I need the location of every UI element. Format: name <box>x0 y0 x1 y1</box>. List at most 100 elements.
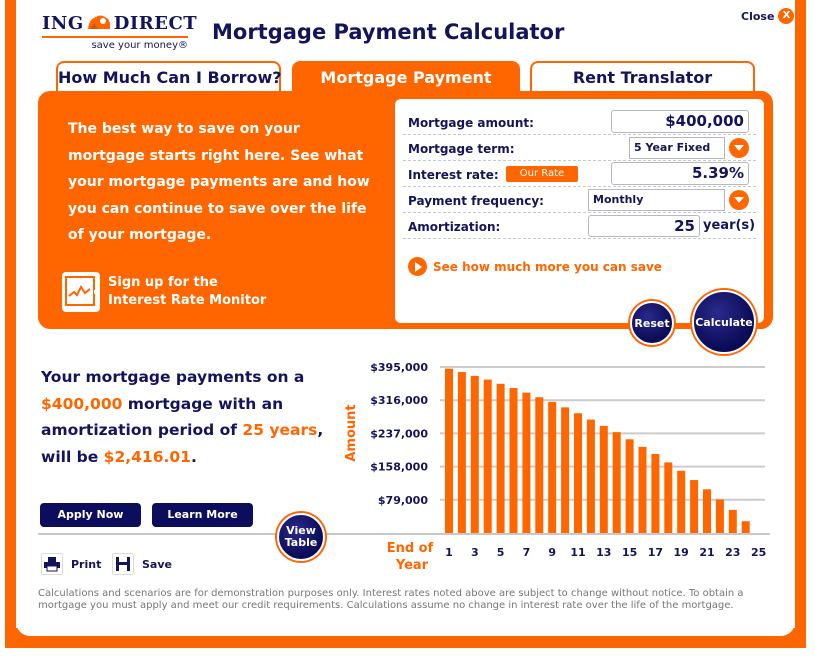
frame-left-border <box>5 0 16 648</box>
interest-rate-label: Interest rate: <box>408 168 499 182</box>
learn-more-button[interactable]: Learn More <box>152 503 253 527</box>
summary-amount: $400,000 <box>41 394 123 413</box>
payment-summary: Your mortgage payments on a $400,000 mor… <box>41 364 331 470</box>
x-tick-label: 17 <box>648 546 663 559</box>
x-tick-label: 7 <box>523 546 531 559</box>
payment-frequency-label: Payment frequency: <box>408 194 544 208</box>
mortgage-term-row: Mortgage term: 5 Year Fixed <box>403 135 756 161</box>
bar-year-17 <box>651 453 660 533</box>
tab-mortgage-payment[interactable]: Mortgage Payment <box>292 61 520 93</box>
tab-how-much-can-i-borrow[interactable]: How Much Can I Borrow? <box>56 61 282 93</box>
bar-year-24 <box>741 521 750 533</box>
bar-year-1 <box>445 368 453 533</box>
remaining-balance-chart: $79,000 $158,000 $237,000 $316,000 $395,000 1… <box>344 361 766 573</box>
interest-rate-value: 5.39 <box>691 164 729 182</box>
x-tick-label: 9 <box>548 546 556 559</box>
monitor-line-1: Sign up for the <box>108 275 218 290</box>
amortization-label: Amortization: <box>408 220 501 234</box>
interest-rate-input[interactable]: 5.39% <box>611 162 749 185</box>
mortgage-term-label: Mortgage term: <box>408 142 515 156</box>
bar-year-15 <box>625 439 634 533</box>
bar-year-19 <box>677 470 686 533</box>
bar-year-3 <box>470 375 479 533</box>
print-button[interactable]: Print <box>41 553 101 575</box>
bar-year-8 <box>535 397 544 533</box>
x-axis-label-line-1: End of <box>387 541 434 556</box>
reset-button[interactable]: Reset <box>630 301 674 345</box>
rate-chart-icon <box>62 272 100 312</box>
amortization-row: Amortization: 25 year(s) <box>403 213 756 239</box>
mortgage-amount-input[interactable]: $400,000 <box>611 110 749 133</box>
save-button[interactable]: Save <box>112 553 172 575</box>
divider-left <box>38 533 278 535</box>
bar-year-23 <box>728 509 737 533</box>
x-tick-label: 15 <box>622 546 637 559</box>
payment-frequency-select[interactable]: Monthly <box>588 189 725 211</box>
page-title: Mortgage Payment Calculator <box>212 20 565 44</box>
summary-payment: $2,416.01 <box>103 447 191 466</box>
close-label: Close <box>741 9 775 23</box>
bar-year-11 <box>574 413 582 533</box>
logo-text-ing: ING <box>42 13 84 34</box>
bar-year-21 <box>703 489 711 533</box>
bar-year-12 <box>586 419 595 533</box>
bar-year-18 <box>664 462 673 533</box>
bar-year-5 <box>496 383 505 533</box>
view-table-button[interactable]: View Table <box>277 513 325 561</box>
x-tick-label: 13 <box>596 546 611 559</box>
amortization-unit: year(s) <box>703 218 756 233</box>
logo-text-direct: DIRECT <box>113 13 198 34</box>
interest-rate-monitor-link[interactable]: Sign up for the Interest Rate Monitor <box>62 272 266 312</box>
intro-text: The best way to save on your mortgage st… <box>68 121 370 243</box>
y-tick-label: $395,000 <box>370 361 428 374</box>
bar-year-6 <box>509 388 518 533</box>
bar-year-9 <box>548 401 557 533</box>
monitor-line-2: Interest Rate Monitor <box>108 293 267 308</box>
payment-frequency-row: Payment frequency: Monthly <box>403 187 756 213</box>
tab-rent-translator[interactable]: Rent Translator <box>530 61 755 93</box>
x-tick-label: 11 <box>570 546 585 559</box>
logo-underline <box>42 36 188 38</box>
ing-direct-logo: ING DIRECT save your money® <box>42 13 197 51</box>
play-arrow-icon <box>408 257 427 276</box>
bar-year-7 <box>522 392 531 533</box>
y-tick-label: $79,000 <box>378 494 428 507</box>
amortization-input[interactable]: 25 <box>588 215 700 237</box>
x-tick-label: 21 <box>699 546 714 559</box>
x-tick-label: 5 <box>497 546 505 559</box>
printer-icon <box>41 553 63 575</box>
mortgage-term-dropdown-icon[interactable] <box>729 138 749 158</box>
summary-line-1: Your mortgage payments on a <box>41 368 305 386</box>
apply-now-button[interactable]: Apply Now <box>40 503 141 527</box>
x-tick-label: 25 <box>751 546 766 559</box>
lion-icon <box>86 13 112 31</box>
bar-year-4 <box>483 379 492 533</box>
x-tick-label: 19 <box>674 546 689 559</box>
bar-year-10 <box>561 407 570 533</box>
disclaimer-text: Calculations and scenarios are for demon… <box>38 588 744 611</box>
see-how-much-more-link[interactable]: See how much more you can save <box>408 257 662 276</box>
summary-end: . <box>190 447 197 466</box>
interest-rate-unit: % <box>728 164 744 182</box>
logo-tagline: save your money® <box>91 40 188 51</box>
summary-period: 25 years <box>242 421 318 439</box>
mortgage-amount-label: Mortgage amount: <box>408 116 534 130</box>
payment-frequency-dropdown-icon[interactable] <box>729 190 749 210</box>
close-button[interactable]: Close X <box>741 8 795 24</box>
mortgage-term-select[interactable]: 5 Year Fixed <box>629 137 725 159</box>
y-axis-label: Amount <box>344 404 359 461</box>
our-rate-button[interactable]: Our Rate <box>506 166 578 182</box>
y-tick-label: $158,000 <box>370 461 428 474</box>
bar-year-16 <box>638 446 647 533</box>
bar-year-20 <box>690 480 699 533</box>
mortgage-form: Mortgage amount: $400,000 Mortgage term:… <box>395 99 764 323</box>
interest-rate-row: Interest rate: Our Rate 5.39% <box>403 161 756 187</box>
frame-right-border <box>795 0 806 648</box>
x-axis-label-line-2: Year <box>395 558 429 573</box>
y-tick-label: $316,000 <box>370 394 428 407</box>
calculate-button[interactable]: Calculate <box>692 290 756 354</box>
bar-year-22 <box>715 499 724 533</box>
bar-year-2 <box>457 372 466 533</box>
floppy-disk-icon <box>112 553 134 575</box>
x-tick-label: 23 <box>725 546 740 559</box>
